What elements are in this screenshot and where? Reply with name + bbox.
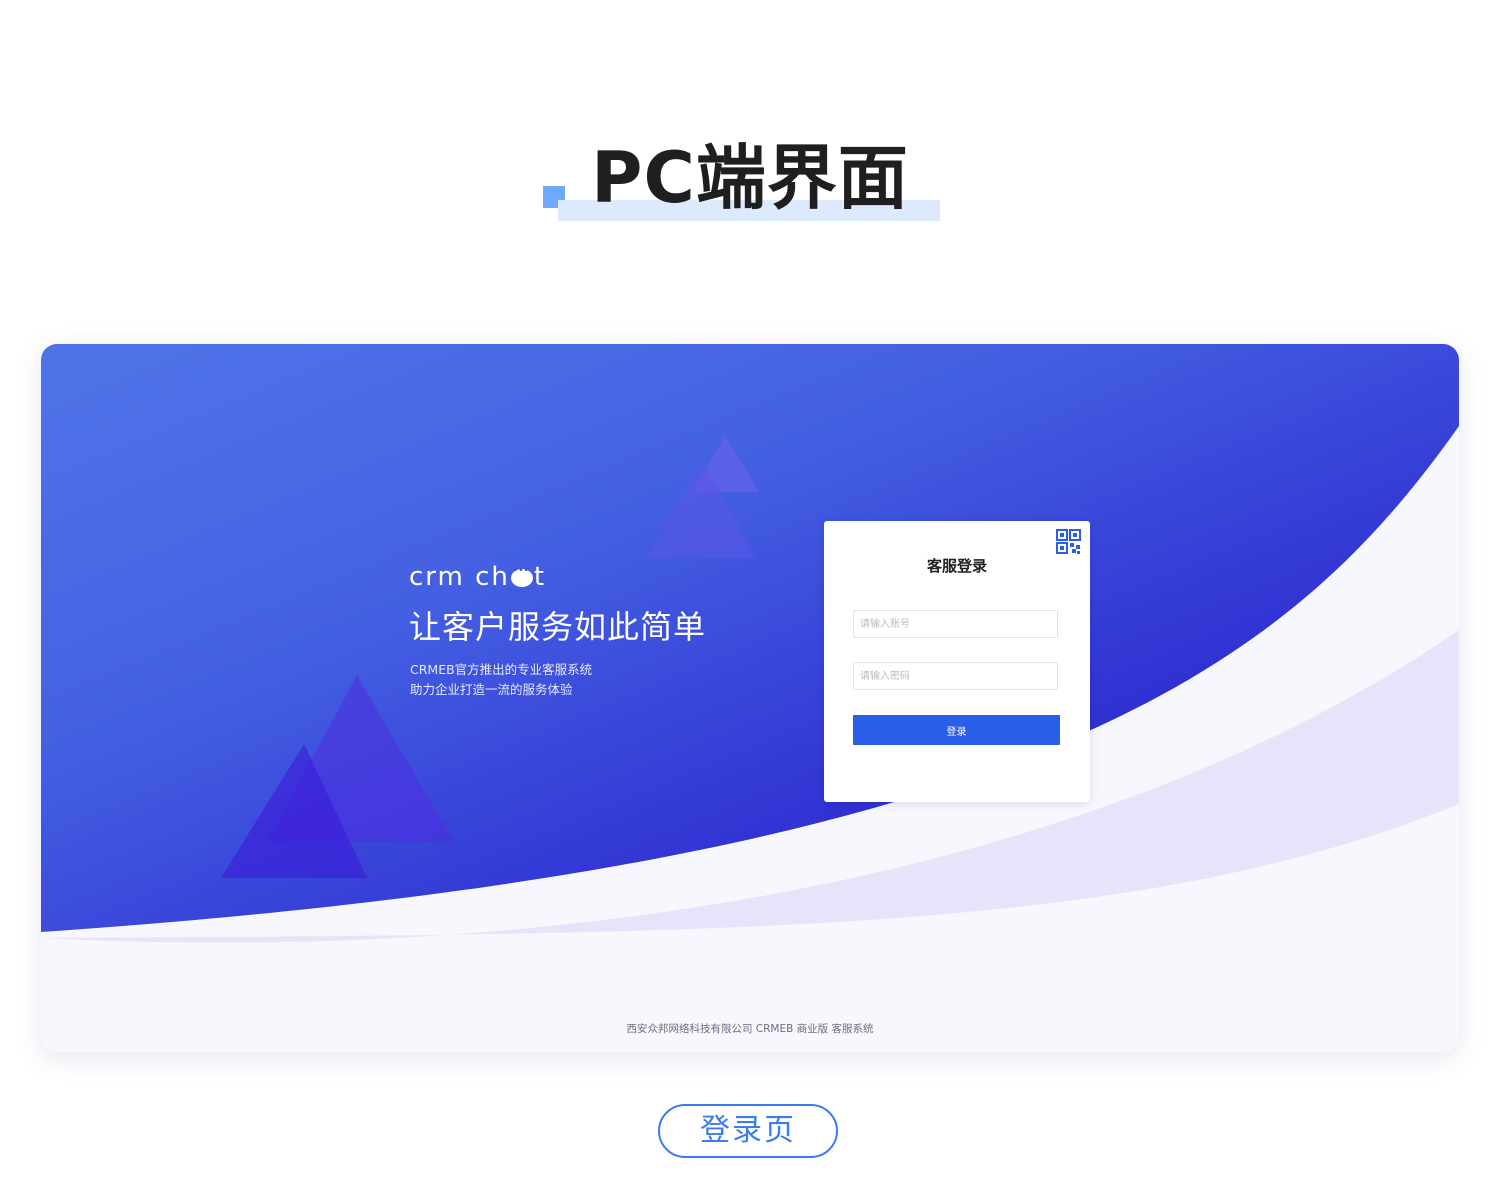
- login-form: 客服登录 登录: [824, 521, 1090, 802]
- hero-description-line: 助力企业打造一流的服务体验: [410, 682, 573, 697]
- hero-description-line: CRMEB官方推出的专业客服系统: [410, 662, 593, 677]
- page-caption-badge: 登录页: [658, 1104, 838, 1158]
- password-input[interactable]: [853, 662, 1058, 690]
- login-title: 客服登录: [926, 557, 987, 575]
- hero-background: [41, 344, 1459, 1052]
- brand-logo-text-end: t: [533, 562, 547, 592]
- brand-logo: crm ch t: [409, 562, 546, 592]
- hero-description: CRMEB官方推出的专业客服系统 助力企业打造一流的服务体验: [410, 660, 592, 700]
- account-input[interactable]: [853, 610, 1058, 638]
- chat-bubble-icon: [510, 566, 533, 587]
- login-button[interactable]: 登录: [853, 715, 1060, 745]
- qr-code-icon[interactable]: [1056, 529, 1082, 555]
- brand-logo-text: crm ch: [409, 562, 510, 592]
- login-screenshot-card: crm ch t 让客户服务如此简单 CRMEB官方推出的专业客服系统 助力企业打…: [41, 344, 1459, 1052]
- page-heading: PC端界面: [0, 0, 1500, 260]
- hero-slogan: 让客户服务如此简单: [409, 608, 707, 646]
- page-title: PC端界面: [591, 137, 909, 219]
- copyright-footer: 西安众邦网络科技有限公司 CRMEB 商业版 客服系统: [626, 1023, 874, 1035]
